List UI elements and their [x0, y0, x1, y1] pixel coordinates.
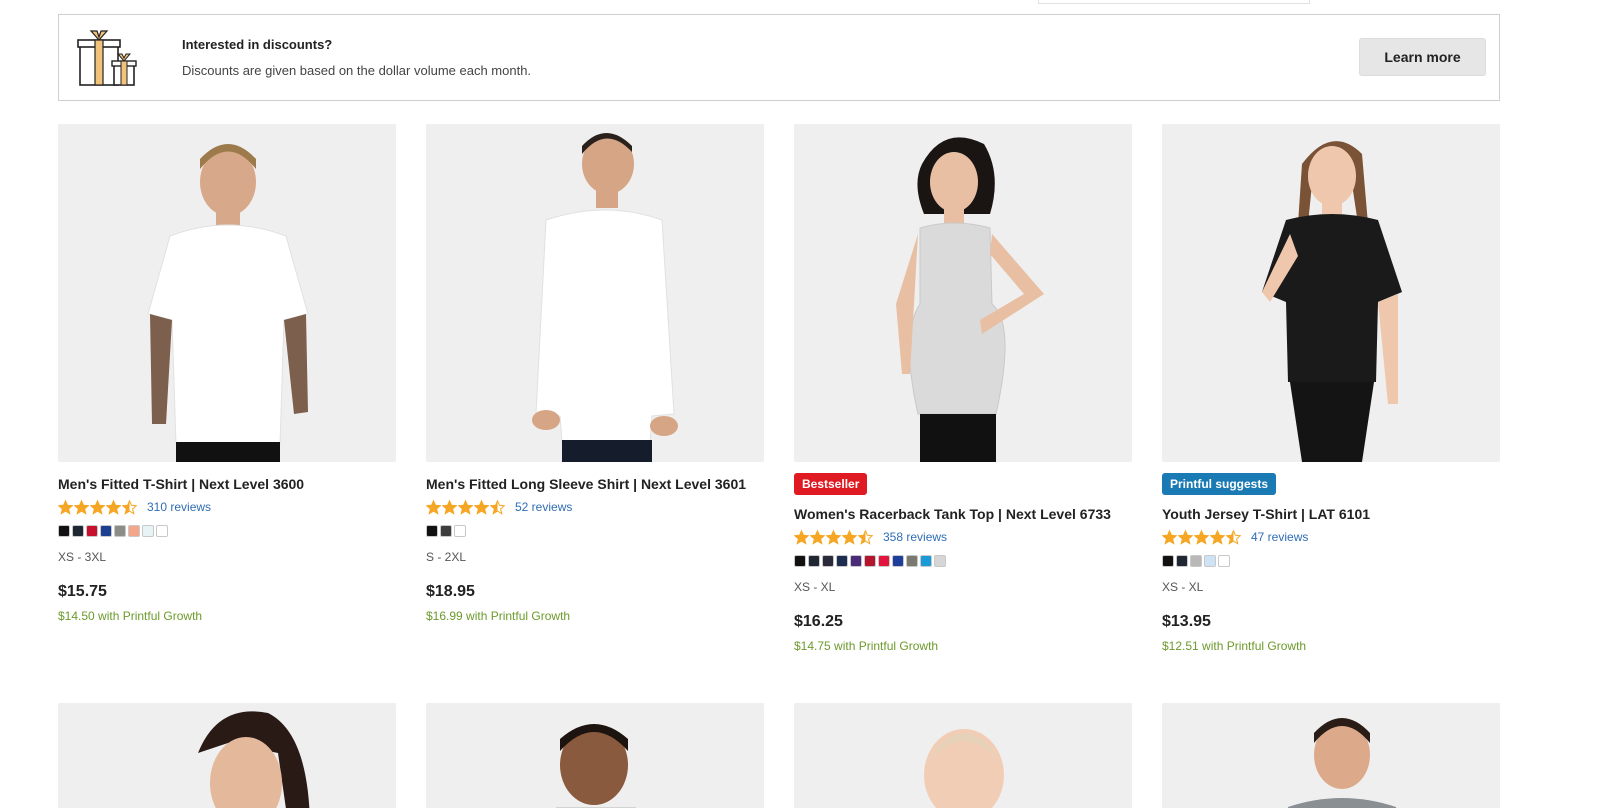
banner-title: Interested in discounts? [182, 37, 333, 52]
learn-more-button[interactable]: Learn more [1359, 38, 1486, 76]
star-full-icon [442, 499, 457, 515]
product-image[interactable] [794, 703, 1132, 808]
product-name[interactable]: Women's Racerback Tank Top | Next Level … [794, 506, 1132, 522]
star-half-icon [1226, 529, 1241, 545]
star-half-icon [490, 499, 505, 515]
color-swatch[interactable] [72, 525, 84, 537]
color-swatch[interactable] [906, 555, 918, 567]
reviews-link[interactable]: 310 reviews [147, 500, 211, 514]
product-price: $15.75 [58, 583, 107, 600]
product-rating: 47 reviews [1162, 529, 1500, 545]
color-swatch[interactable] [1218, 555, 1230, 567]
product-rating: 310 reviews [58, 499, 396, 515]
star-full-icon [826, 529, 841, 545]
star-full-icon [426, 499, 441, 515]
color-swatch[interactable] [128, 525, 140, 537]
growth-price: $14.50 with Printful Growth [58, 609, 203, 623]
color-swatch[interactable] [1162, 555, 1174, 567]
product-image[interactable] [58, 703, 396, 808]
color-swatch[interactable] [1204, 555, 1216, 567]
bestseller-badge: Bestseller [794, 473, 868, 495]
size-range: XS - XL [1162, 580, 1204, 594]
color-swatches [1162, 555, 1500, 567]
star-full-icon [90, 499, 105, 515]
color-swatch[interactable] [934, 555, 946, 567]
size-range: S - 2XL [426, 550, 467, 564]
color-swatch[interactable] [454, 525, 466, 537]
reviews-link[interactable]: 52 reviews [515, 500, 572, 514]
star-full-icon [794, 529, 809, 545]
product-image[interactable] [426, 124, 764, 462]
star-full-icon [74, 499, 89, 515]
color-swatch[interactable] [850, 555, 862, 567]
star-full-icon [106, 499, 121, 515]
color-swatch[interactable] [920, 555, 932, 567]
product-image[interactable] [58, 124, 396, 462]
color-swatch[interactable] [794, 555, 806, 567]
color-swatch[interactable] [156, 525, 168, 537]
product-price: $13.95 [1162, 613, 1211, 630]
color-swatches [794, 555, 1132, 567]
product-card[interactable]: Bestseller Women's Racerback Tank Top | … [794, 124, 1132, 653]
product-image[interactable] [1162, 703, 1500, 808]
color-swatch[interactable] [86, 525, 98, 537]
banner-subtitle: Discounts are given based on the dollar … [182, 63, 532, 78]
product-name[interactable]: Youth Jersey T-Shirt | LAT 6101 [1162, 506, 1500, 522]
product-name[interactable]: Men's Fitted Long Sleeve Shirt | Next Le… [426, 476, 764, 492]
discount-banner: Interested in discounts? Discounts are g… [58, 14, 1500, 101]
color-swatch[interactable] [892, 555, 904, 567]
reviews-link[interactable]: 358 reviews [883, 530, 947, 544]
product-image[interactable] [794, 124, 1132, 462]
star-full-icon [474, 499, 489, 515]
growth-price: $14.75 with Printful Growth [794, 639, 939, 653]
product-image[interactable] [1162, 124, 1500, 462]
printful-suggests-badge: Printful suggests [1162, 473, 1277, 495]
star-half-icon [858, 529, 873, 545]
product-card[interactable]: Printful suggests Youth Jersey T-Shirt |… [1162, 124, 1500, 653]
star-half-icon [122, 499, 137, 515]
color-swatch[interactable] [808, 555, 820, 567]
color-swatch[interactable] [878, 555, 890, 567]
star-rating [794, 529, 873, 545]
color-swatches [58, 525, 396, 537]
star-rating [58, 499, 137, 515]
color-swatch[interactable] [58, 525, 70, 537]
star-full-icon [842, 529, 857, 545]
star-full-icon [1178, 529, 1193, 545]
size-range: XS - XL [794, 580, 836, 594]
color-swatch[interactable] [822, 555, 834, 567]
star-rating [426, 499, 505, 515]
star-full-icon [1162, 529, 1177, 545]
product-rating: 52 reviews [426, 499, 764, 515]
color-swatch[interactable] [1176, 555, 1188, 567]
color-swatch[interactable] [426, 525, 438, 537]
star-full-icon [1194, 529, 1209, 545]
color-swatch[interactable] [440, 525, 452, 537]
color-swatch[interactable] [1190, 555, 1202, 567]
color-swatch[interactable] [114, 525, 126, 537]
color-swatch[interactable] [864, 555, 876, 567]
growth-price: $12.51 with Printful Growth [1162, 639, 1307, 653]
star-full-icon [58, 499, 73, 515]
color-swatch[interactable] [100, 525, 112, 537]
star-full-icon [810, 529, 825, 545]
star-full-icon [1210, 529, 1225, 545]
star-rating [1162, 529, 1241, 545]
size-range: XS - 3XL [58, 550, 107, 564]
color-swatch[interactable] [836, 555, 848, 567]
star-full-icon [458, 499, 473, 515]
gift-icon [77, 30, 137, 86]
color-swatches [426, 525, 764, 537]
product-price: $18.95 [426, 583, 475, 600]
product-rating: 358 reviews [794, 529, 1132, 545]
color-swatch[interactable] [142, 525, 154, 537]
product-name[interactable]: Men's Fitted T-Shirt | Next Level 3600 [58, 476, 396, 492]
product-price: $16.25 [794, 613, 843, 630]
product-card[interactable]: Men's Fitted Long Sleeve Shirt | Next Le… [426, 124, 764, 623]
product-card[interactable]: Men's Fitted T-Shirt | Next Level 3600 3… [58, 124, 396, 623]
product-image[interactable] [426, 703, 764, 808]
reviews-link[interactable]: 47 reviews [1251, 530, 1308, 544]
search-field-edge[interactable] [1038, 0, 1310, 4]
growth-price: $16.99 with Printful Growth [426, 609, 571, 623]
